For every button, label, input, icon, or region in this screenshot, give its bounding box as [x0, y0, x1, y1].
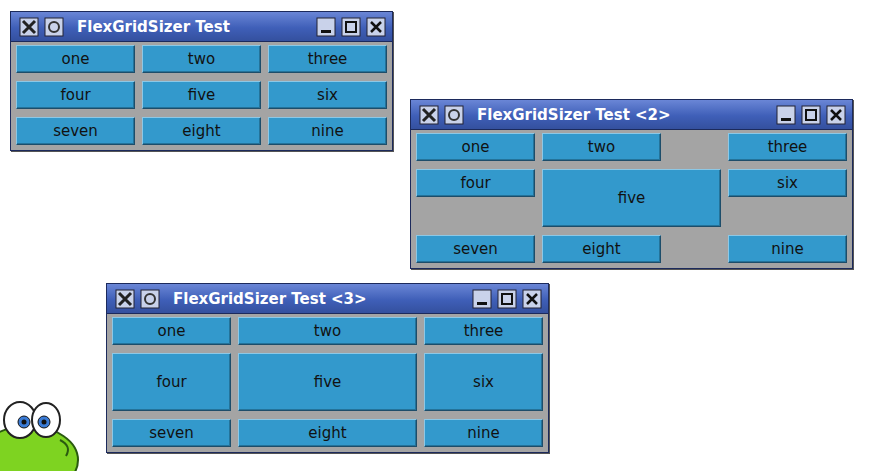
window[interactable]: FlexGridSizer Test onetwothree fourfivesi… [10, 11, 393, 151]
grid-button[interactable]: four [16, 81, 135, 109]
grid-button[interactable]: two [542, 133, 661, 161]
app-menu-icon[interactable] [19, 17, 39, 37]
grid-button[interactable]: six [728, 169, 847, 197]
grid-button[interactable]: one [416, 133, 535, 161]
app-menu-icon[interactable] [115, 289, 135, 309]
grid-button[interactable]: four [416, 169, 535, 197]
grid-button[interactable]: five [238, 353, 417, 411]
grid-button[interactable]: one [112, 317, 231, 345]
window[interactable]: FlexGridSizer Test <3> onetwothree fourfi… [106, 283, 549, 453]
grid-button[interactable]: eight [542, 235, 661, 263]
window-title: FlexGridSizer Test <3> [173, 290, 367, 308]
grid-button[interactable]: three [268, 45, 387, 73]
title-bar[interactable]: FlexGridSizer Test [11, 12, 392, 42]
frog-mascot-icon [0, 390, 80, 471]
grid-button[interactable]: four [112, 353, 231, 411]
shade-icon[interactable] [44, 17, 64, 37]
close-icon[interactable] [522, 289, 542, 309]
app-menu-icon[interactable] [419, 105, 439, 125]
grid-button[interactable]: eight [142, 117, 261, 145]
grid-button[interactable]: one [16, 45, 135, 73]
grid-button[interactable]: seven [112, 419, 231, 447]
maximize-icon[interactable] [497, 289, 517, 309]
minimize-icon[interactable] [316, 17, 336, 37]
grid-button[interactable]: two [142, 45, 261, 73]
window-title: FlexGridSizer Test <2> [477, 106, 671, 124]
grid-button[interactable]: seven [16, 117, 135, 145]
grid-button[interactable]: six [424, 353, 543, 411]
window[interactable]: FlexGridSizer Test <2> onetwo three fourfi… [410, 99, 853, 269]
button-grid: onetwo three fourfivesix seveneight nine [411, 130, 852, 268]
grid-button[interactable]: nine [268, 117, 387, 145]
grid-button[interactable]: three [424, 317, 543, 345]
window-title: FlexGridSizer Test [77, 18, 230, 36]
grid-button[interactable]: nine [424, 419, 543, 447]
maximize-icon[interactable] [801, 105, 821, 125]
title-bar[interactable]: FlexGridSizer Test <3> [107, 284, 548, 314]
grid-button[interactable]: seven [416, 235, 535, 263]
grid-button[interactable]: two [238, 317, 417, 345]
grid-button[interactable]: six [268, 81, 387, 109]
maximize-icon[interactable] [341, 17, 361, 37]
minimize-icon[interactable] [776, 105, 796, 125]
minimize-icon[interactable] [472, 289, 492, 309]
close-icon[interactable] [826, 105, 846, 125]
title-bar[interactable]: FlexGridSizer Test <2> [411, 100, 852, 130]
shade-icon[interactable] [140, 289, 160, 309]
button-grid: onetwothree fourfivesix seveneightnine [11, 42, 392, 150]
grid-button[interactable]: eight [238, 419, 417, 447]
shade-icon[interactable] [444, 105, 464, 125]
grid-button[interactable]: five [542, 169, 721, 227]
desktop: FlexGridSizer Test onetwothreefourfivesi… [0, 0, 883, 471]
grid-button[interactable]: nine [728, 235, 847, 263]
close-icon[interactable] [366, 17, 386, 37]
button-grid: onetwothree fourfivesix seveneightnine [107, 314, 548, 452]
grid-button[interactable]: five [142, 81, 261, 109]
grid-button[interactable]: three [728, 133, 847, 161]
